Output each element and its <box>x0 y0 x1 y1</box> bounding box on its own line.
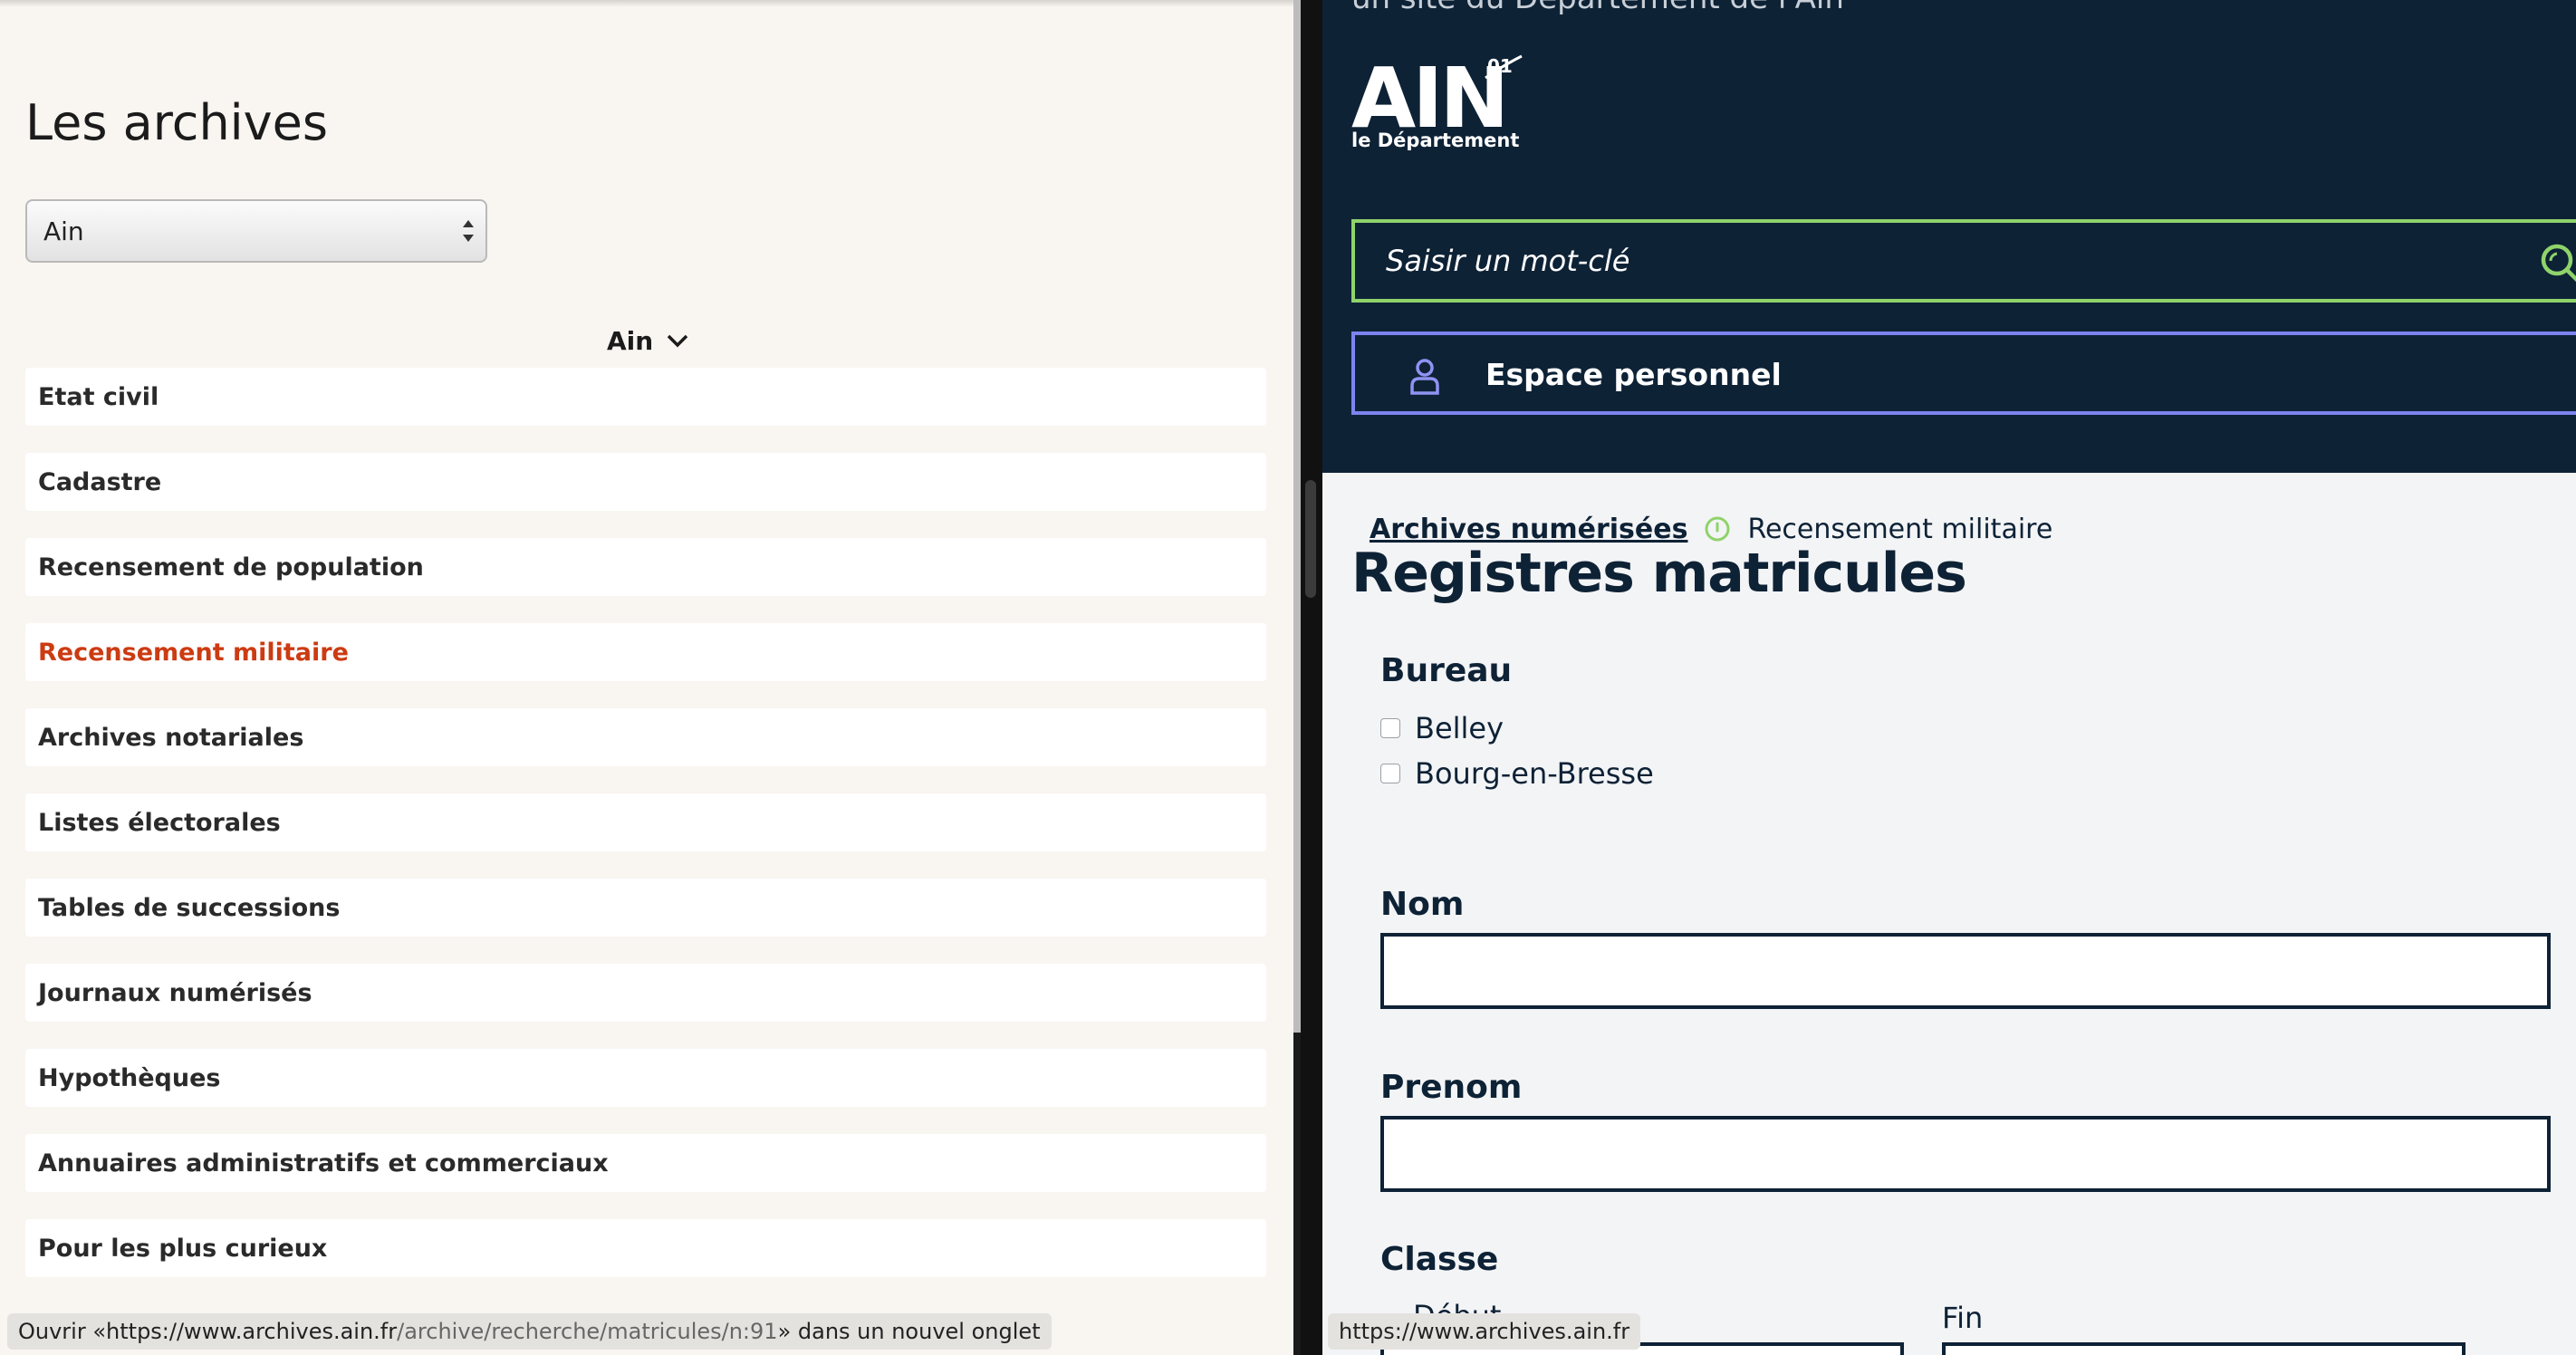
department-dropdown-toggle[interactable]: Ain <box>607 322 689 359</box>
category-item[interactable]: Journaux numérisés <box>25 964 1266 1022</box>
link-status-bar: Ouvrir « https://www.archives.ain.fr/arc… <box>7 1313 1052 1350</box>
ain-logo[interactable]: AIN 01 le Département <box>1351 51 1523 150</box>
link-status-bar-right: https://www.archives.ain.fr <box>1328 1313 1641 1350</box>
chevron-down-icon <box>667 334 688 348</box>
category-item[interactable]: Archives notariales <box>25 708 1266 766</box>
checkbox[interactable] <box>1380 718 1400 738</box>
site-tagline: un site du Département de l'Ain <box>1351 0 1844 16</box>
category-item[interactable]: Recensement militaire <box>25 623 1266 681</box>
department-select-value: Ain <box>43 216 84 246</box>
breadcrumb-link-archives[interactable]: Archives numérisées <box>1370 514 1687 545</box>
breadcrumb-current: Recensement militaire <box>1747 513 2053 545</box>
nom-field[interactable] <box>1380 933 2551 1009</box>
category-item[interactable]: Listes électorales <box>25 793 1266 851</box>
classe-label: Classe <box>1380 1241 1499 1278</box>
category-item[interactable]: Tables de successions <box>25 879 1266 937</box>
status-suffix: » dans un nouvel onglet <box>777 1319 1041 1344</box>
bureau-option-label: Bourg-en-Bresse <box>1415 756 1654 791</box>
page-title: Les archives <box>25 94 328 151</box>
page-heading: Registres matricules <box>1351 542 1967 605</box>
personal-space-button[interactable]: Espace personnel <box>1351 332 2576 415</box>
logo-sub-text: le Département <box>1351 130 1519 150</box>
search-input[interactable]: Saisir un mot-clé <box>1351 219 2576 303</box>
status-url-path: /archive/recherche/matricules/n:91 <box>397 1319 778 1344</box>
user-icon <box>1410 359 1439 395</box>
top-shadow <box>0 0 1293 7</box>
nom-label: Nom <box>1380 886 1465 923</box>
classe-fin-label: Fin <box>1942 1301 1984 1335</box>
select-arrows-icon <box>463 220 474 242</box>
personal-space-label: Espace personnel <box>1485 357 1782 392</box>
category-item[interactable]: Recensement de population <box>25 538 1266 596</box>
department-select[interactable]: Ain <box>25 199 487 263</box>
left-scrollbar[interactable] <box>1293 0 1301 1033</box>
category-item[interactable]: Pour les plus curieux <box>25 1219 1266 1277</box>
breadcrumb-separator-icon <box>1705 516 1730 542</box>
bureau-option-bourg-en-bresse[interactable]: Bourg-en-Bresse <box>1380 755 1654 792</box>
bureau-option-belley[interactable]: Belley <box>1380 710 1504 746</box>
search-icon[interactable] <box>2538 241 2576 284</box>
search-placeholder: Saisir un mot-clé <box>1386 244 1630 278</box>
search-form-panel: Bureau Belley Bourg-en-Bresse Nom Prenom… <box>1351 629 2576 1355</box>
bureau-option-label: Belley <box>1415 711 1504 745</box>
category-item[interactable]: Cadastre <box>25 453 1266 511</box>
checkbox[interactable] <box>1380 764 1400 783</box>
department-dropdown-label: Ain <box>607 325 654 356</box>
prenom-field[interactable] <box>1380 1116 2551 1192</box>
category-item[interactable]: Etat civil <box>25 368 1266 426</box>
status-url-host: https://www.archives.ain.fr <box>106 1319 398 1344</box>
site-header: un site du Département de l'Ain AIN 01 l… <box>1322 0 2576 473</box>
prenom-label: Prenom <box>1380 1069 1523 1106</box>
category-item[interactable]: Annuaires administratifs et commerciaux <box>25 1134 1266 1192</box>
classe-fin-field[interactable] <box>1942 1342 2465 1355</box>
split-divider-handle[interactable] <box>1305 480 1316 598</box>
archives-website-pane: un site du Département de l'Ain AIN 01 l… <box>1322 0 2576 1355</box>
status-prefix: Ouvrir « <box>18 1319 107 1344</box>
bureau-label: Bureau <box>1380 652 1513 689</box>
archives-sidebar-pane: Les archives Ain Ain Etat civil Cadastre R… <box>0 0 1293 1355</box>
category-item[interactable]: Hypothèques <box>25 1049 1266 1107</box>
split-divider <box>1301 0 1322 1355</box>
